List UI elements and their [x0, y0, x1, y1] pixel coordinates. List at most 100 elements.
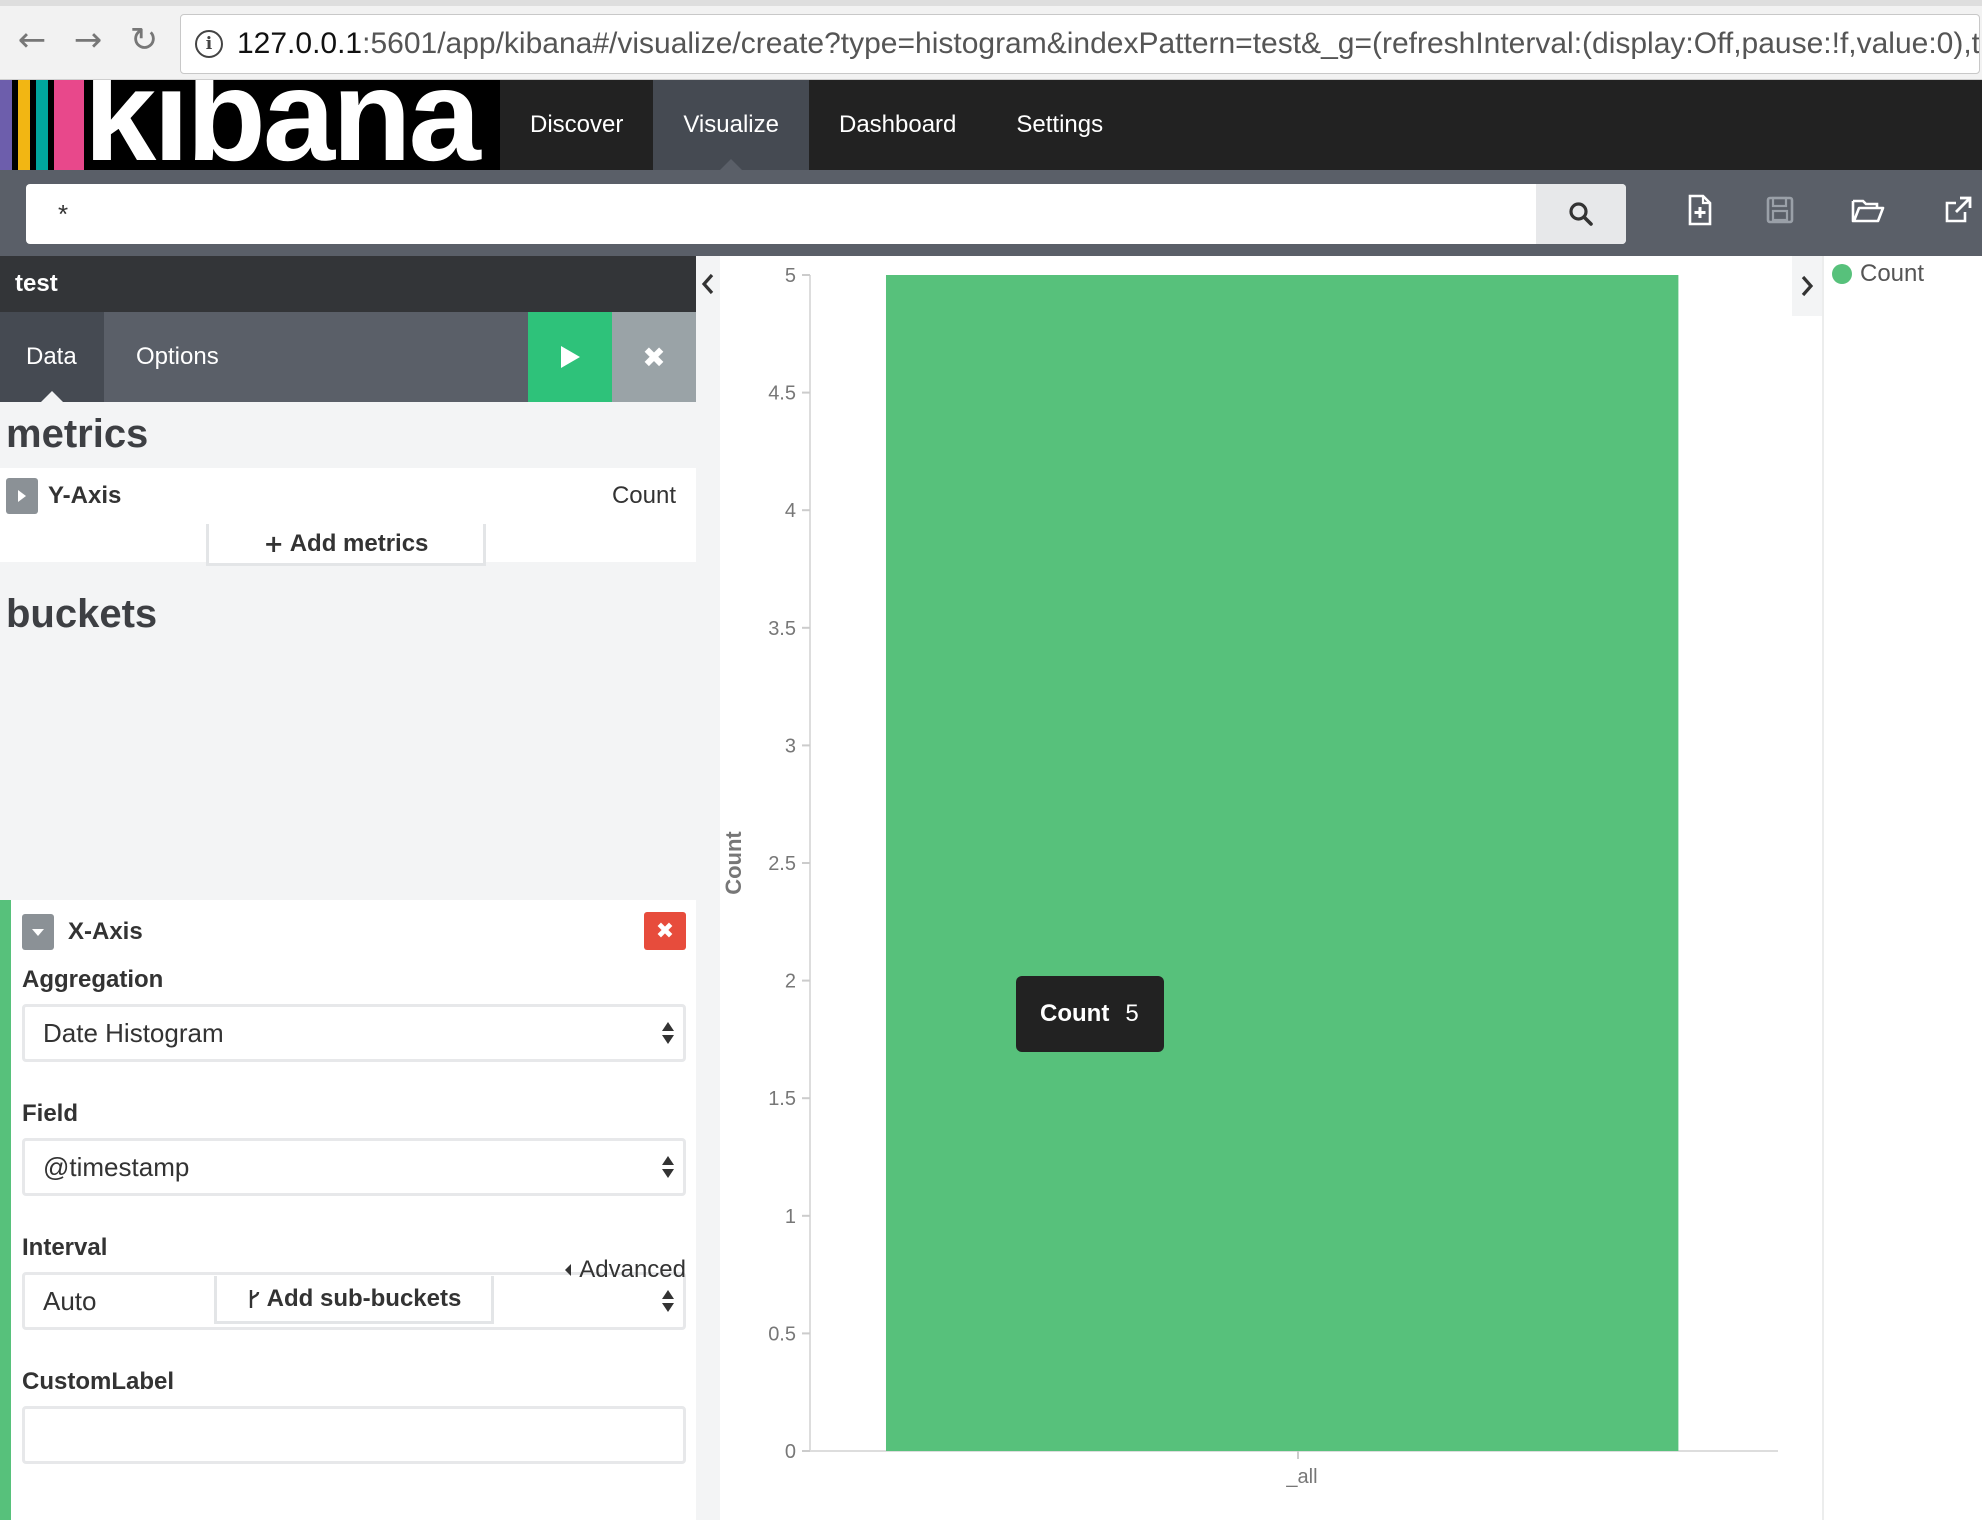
y-tick-label: 1.5: [768, 1088, 796, 1110]
info-icon[interactable]: i: [195, 30, 223, 58]
url-host: 127.0.0.1: [237, 27, 363, 60]
y-tick-label: 2.5: [768, 853, 796, 875]
y-axis-agg-value: Count: [611, 482, 676, 509]
browser-tabstrip: [0, 0, 1982, 6]
field-label: Field: [22, 1100, 79, 1127]
bar-chart: 0 0.5 1 1.5 2 2.5 3 3.5 4 4.5 5 _all Count: [721, 265, 1778, 1488]
open-folder-icon[interactable]: [1848, 190, 1888, 230]
forward-arrow-icon[interactable]: →: [66, 18, 110, 62]
logo-stripe-yellow: [18, 80, 30, 170]
nav-settings[interactable]: Settings: [986, 80, 1133, 170]
caret-right-icon: [18, 490, 26, 502]
query-input[interactable]: [26, 184, 1536, 244]
active-caret: [720, 159, 743, 170]
app-root: ← → ↻ i 127.0.0.1:5601/app/kibana#/visua…: [0, 0, 1982, 1520]
visualization-canvas: 0 0.5 1 1.5 2 2.5 3 3.5 4 4.5 5 _all Count Count 5 C…: [696, 256, 1982, 1520]
close-icon: ✖: [642, 340, 666, 374]
logo-stripe-teal: [36, 80, 48, 170]
logo-wordmark: kibana: [84, 80, 481, 170]
bar: [885, 275, 1679, 1451]
editor-sidebar: test Data Options ✖ metrics Y-Axis Count…: [0, 256, 696, 1520]
share-icon[interactable]: [1938, 190, 1978, 230]
field-value: @timestamp: [43, 1151, 190, 1182]
tab-data[interactable]: Data: [0, 312, 104, 402]
logo-stripe-pink: [54, 80, 84, 170]
logo-stripe-purple: [0, 80, 12, 170]
legend-divider: [1822, 256, 1824, 1520]
remove-bucket-button[interactable]: ✖: [644, 912, 686, 950]
x-axis-bucket: X-Axis ✖ Aggregation Date Histogram Fiel…: [0, 900, 696, 1520]
select-arrows-icon: [662, 1156, 674, 1178]
plus-icon: +: [263, 529, 284, 558]
nav-visualize[interactable]: Visualize: [653, 80, 809, 170]
tooltip-value: 5: [1125, 1000, 1139, 1027]
back-arrow-icon[interactable]: ←: [10, 18, 54, 62]
query-bar: [0, 170, 1982, 256]
field-select[interactable]: @timestamp: [22, 1138, 686, 1196]
legend-item-count[interactable]: Count: [1832, 260, 1924, 288]
query-input-wrapper: [26, 184, 1626, 244]
metrics-heading: metrics: [6, 412, 149, 456]
play-icon: [561, 346, 580, 368]
y-tick-label: 1: [785, 1206, 796, 1228]
expand-toggle[interactable]: [6, 478, 38, 514]
y-tick-label: 3.5: [768, 618, 796, 640]
select-arrows-icon: [662, 1290, 674, 1312]
advanced-label: Advanced: [579, 1256, 686, 1283]
caret-down-icon: [32, 929, 44, 936]
index-pattern-title: test: [0, 256, 696, 312]
app-header: kibana Discover Visualize Dashboard Sett…: [0, 80, 1982, 170]
reload-icon[interactable]: ↻: [122, 18, 166, 62]
aggregation-select[interactable]: Date Histogram: [22, 1004, 686, 1062]
search-icon: [1569, 202, 1593, 226]
address-bar[interactable]: i 127.0.0.1:5601/app/kibana#/visualize/c…: [180, 14, 1980, 74]
interval-label: Interval: [22, 1234, 108, 1261]
nav-dashboard[interactable]: Dashboard: [809, 80, 986, 170]
editor-tabs: Data Options ✖: [0, 312, 696, 402]
y-axis-row[interactable]: Y-Axis Count: [0, 468, 696, 524]
active-tab-caret: [41, 391, 63, 402]
add-metrics-button[interactable]: + Add metrics: [206, 524, 486, 566]
kibana-logo[interactable]: kibana: [0, 80, 500, 170]
interval-value: Auto: [43, 1285, 97, 1316]
y-tick-label: 0: [785, 1441, 796, 1463]
tab-data-label: Data: [26, 343, 77, 370]
legend-color-dot: [1832, 264, 1852, 284]
y-tick-label: 5: [785, 265, 796, 287]
y-axis-title: Count: [721, 831, 746, 895]
y-axis-label: Y-Axis: [48, 482, 122, 509]
collapse-toggle[interactable]: [22, 914, 54, 950]
advanced-toggle[interactable]: Advanced: [563, 1256, 686, 1284]
legend-toggle-button[interactable]: [1792, 256, 1822, 316]
url-text: 127.0.0.1:5601/app/kibana#/visualize/cre…: [237, 27, 1979, 61]
nav-visualize-label: Visualize: [683, 111, 779, 138]
apply-button[interactable]: [528, 312, 612, 402]
browser-toolbar: ← → ↻ i 127.0.0.1:5601/app/kibana#/visua…: [0, 0, 1982, 80]
y-tick-label: 0.5: [768, 1323, 796, 1345]
nav-discover[interactable]: Discover: [500, 80, 653, 170]
chart-tooltip: Count 5: [1016, 976, 1164, 1052]
custom-label-input[interactable]: [22, 1406, 686, 1464]
x-axis-label: X-Axis: [68, 918, 143, 945]
tooltip-label: Count: [1040, 1000, 1110, 1027]
select-arrows-icon: [662, 1022, 674, 1044]
tab-options[interactable]: Options: [136, 312, 219, 402]
legend-label: Count: [1860, 260, 1925, 287]
custom-label-label: CustomLabel: [22, 1368, 175, 1395]
add-sub-buckets-label: Add sub-buckets: [266, 1284, 462, 1312]
chevron-right-icon: [1801, 275, 1814, 297]
y-tick-label: 4.5: [768, 383, 796, 405]
y-tick-label: 4: [785, 500, 796, 522]
new-visualization-icon[interactable]: [1680, 190, 1720, 230]
y-tick-label: 3: [785, 735, 796, 757]
add-sub-buckets-button[interactable]: Add sub-buckets: [214, 1276, 494, 1324]
buckets-heading: buckets: [6, 592, 158, 636]
bucket-accent-bar: [0, 900, 11, 1520]
search-button[interactable]: [1536, 184, 1626, 244]
aggregation-value: Date Histogram: [43, 1017, 224, 1048]
x-tick-label: _all: [1285, 1466, 1317, 1488]
y-tick-label: 2: [785, 971, 796, 993]
discard-button[interactable]: ✖: [612, 312, 696, 402]
close-icon: ✖: [655, 918, 675, 944]
save-icon[interactable]: [1760, 190, 1800, 230]
